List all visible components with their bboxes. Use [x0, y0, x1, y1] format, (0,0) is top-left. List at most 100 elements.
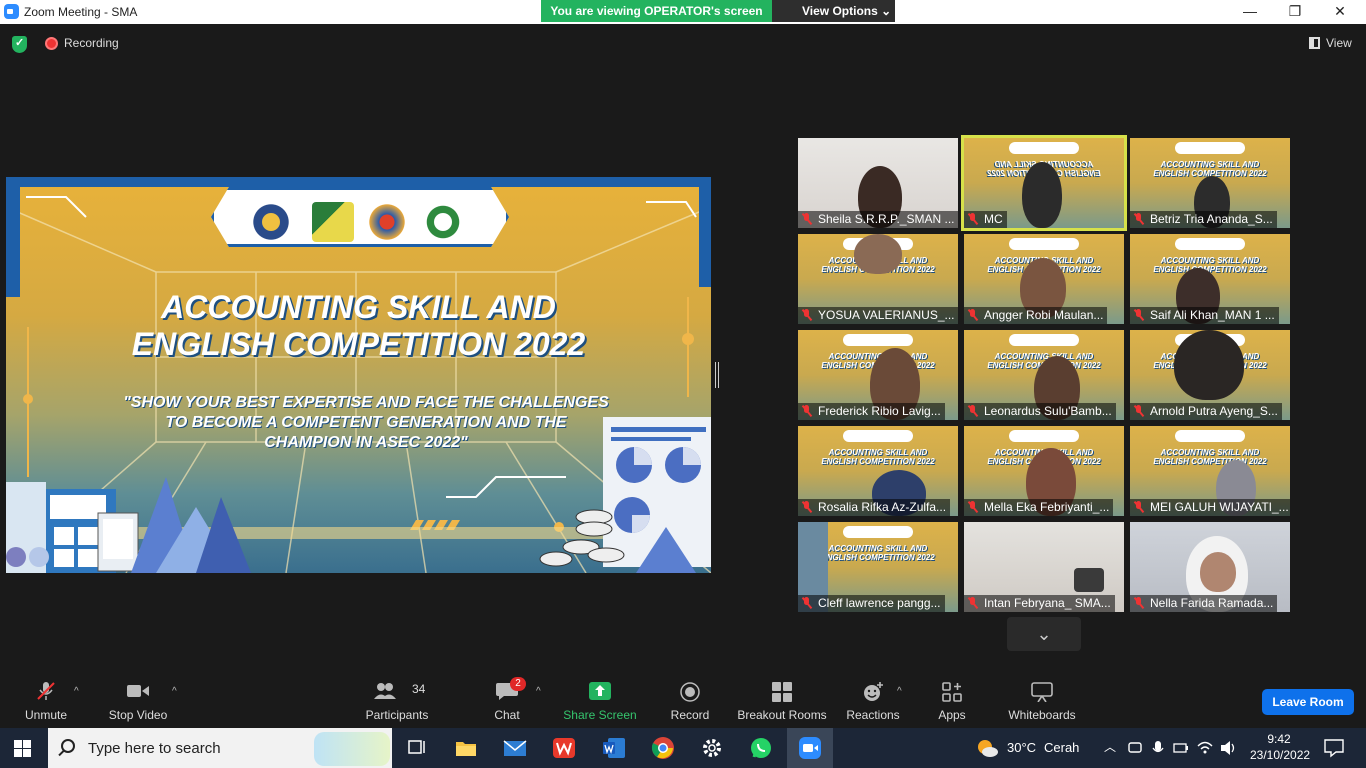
unmute-button[interactable]: Unmute — [16, 672, 76, 728]
asec-logo — [422, 202, 464, 242]
whatsapp-icon[interactable] — [749, 736, 773, 760]
mini-logo-banner — [1009, 334, 1079, 346]
taskbar-search-box[interactable]: Type here to search — [48, 728, 392, 768]
clock-date: 23/10/2022 — [1250, 748, 1311, 762]
audio-options-caret[interactable]: ^ — [74, 686, 79, 697]
participant-tile[interactable]: ACCOUNTING SKILL AND ENGLISH COMPETITION… — [1130, 330, 1290, 420]
weather-partly-cloudy-icon[interactable] — [975, 736, 999, 760]
participant-tile[interactable]: Intan Febryana_ SMA... — [964, 522, 1124, 612]
notification-center-icon[interactable] — [1322, 736, 1346, 760]
settings-gear-icon[interactable] — [700, 736, 724, 760]
participants-count: 34 — [412, 682, 426, 696]
participant-tile[interactable]: ACCOUNTING SKILL AND ENGLISH COMPETITION… — [964, 330, 1124, 420]
close-window-button[interactable]: ✕ — [1320, 2, 1360, 22]
muted-mic-icon — [968, 405, 978, 417]
tray-chevron-up-icon[interactable]: ︿ — [1104, 738, 1116, 755]
gallery-next-page-button[interactable]: ⌄ — [1007, 617, 1081, 651]
reactions-smiley-icon — [864, 682, 883, 701]
recording-label: Recording — [64, 36, 119, 50]
mail-icon[interactable] — [503, 736, 527, 760]
participant-name: Frederick Ribio Lavig... — [818, 404, 941, 418]
meeting-top-bar: Recording View — [0, 24, 1366, 64]
chat-options-caret[interactable]: ^ — [536, 686, 541, 697]
muted-mic-icon — [802, 597, 812, 609]
security-shield-icon[interactable] — [12, 36, 27, 53]
participant-name: Saif Ali Khan_MAN 1 ... — [1150, 308, 1275, 322]
participant-video-person — [1022, 162, 1062, 228]
mini-logo-banner — [843, 334, 913, 346]
meeting-toolbar: Unmute ^ Stop Video ^ 34 Participants 2 … — [0, 672, 1366, 728]
file-explorer-icon[interactable] — [454, 736, 478, 760]
slide-quote: "SHOW YOUR BEST EXPERTISE AND FACE THE C… — [123, 394, 609, 451]
breakout-rooms-button[interactable]: Breakout Rooms — [734, 672, 830, 728]
battery-icon[interactable] — [1173, 736, 1189, 760]
search-highlight-art — [314, 732, 390, 766]
view-layout-icon[interactable] — [1309, 37, 1320, 49]
weather-temperature[interactable]: 30°C — [1007, 740, 1036, 755]
apps-button[interactable]: Apps — [930, 672, 974, 728]
muted-mic-icon — [802, 309, 812, 321]
mini-logo-banner — [1175, 142, 1245, 154]
apps-label: Apps — [938, 708, 966, 722]
participant-tile[interactable]: ACCOUNTING SKILL AND ENGLISH COMPETITION… — [964, 426, 1124, 516]
muted-mic-icon — [968, 213, 978, 225]
view-options-label: View Options — [802, 4, 878, 18]
zoom-taskbar-button[interactable] — [787, 728, 833, 768]
meet-now-icon[interactable] — [1127, 736, 1143, 760]
stop-video-button[interactable]: Stop Video — [104, 672, 172, 728]
muted-mic-icon — [1134, 213, 1144, 225]
microphone-in-use-icon[interactable] — [1150, 736, 1166, 760]
maximize-button[interactable]: ❐ — [1275, 2, 1315, 22]
chat-button[interactable]: 2 Chat — [482, 672, 532, 728]
windows-start-icon[interactable] — [14, 740, 31, 757]
leave-room-button[interactable]: Leave Room — [1262, 689, 1354, 715]
windows-taskbar: Type here to search 30°C Cerah ︿ 9:42 23… — [0, 728, 1366, 768]
breakout-rooms-label: Breakout Rooms — [737, 708, 827, 722]
participant-name: Rosalia Rifka Az-Zulfa... — [818, 500, 947, 514]
muted-mic-icon — [802, 501, 812, 513]
participant-tile[interactable]: Sheila S.R.R.P._SMAN ... — [798, 138, 958, 228]
panel-splitter-handle[interactable] — [715, 362, 719, 388]
microsoft-word-icon[interactable] — [602, 736, 626, 760]
participant-tile[interactable]: ACCOUNTING SKILL AND ENGLISH COMPETITION… — [964, 234, 1124, 324]
taskbar-clock[interactable]: 9:42 23/10/2022 — [1250, 731, 1311, 763]
participant-tile[interactable]: ACCOUNTING SKILL AND ENGLISH COMPETITION… — [1130, 138, 1290, 228]
weather-description[interactable]: Cerah — [1044, 740, 1079, 755]
task-view-icon[interactable] — [405, 736, 429, 760]
tile-slide-text: ACCOUNTING SKILL AND ENGLISH COMPETITION… — [1153, 256, 1267, 274]
participant-tile[interactable]: ACCOUNTING SKILL AND ENGLISH COMPETITION… — [798, 234, 958, 324]
reactions-options-caret[interactable]: ^ — [897, 686, 902, 697]
participant-video-person — [1174, 330, 1244, 400]
participant-tile[interactable]: ACCOUNTING SKILL AND ENGLISH COMPETITION… — [1130, 426, 1290, 516]
record-button[interactable]: Record — [664, 672, 716, 728]
view-options-button[interactable]: View Options ⌄ — [772, 0, 895, 22]
participant-tile[interactable]: Nella Farida Ramada... — [1130, 522, 1290, 612]
participant-tile[interactable]: ACCOUNTING SKILL AND ENGLISH COMPETITION… — [798, 330, 958, 420]
minimize-button[interactable]: — — [1230, 2, 1270, 22]
tile-slide-text: ACCOUNTING SKILL AND ENGLISH COMPETITION… — [1153, 448, 1267, 466]
wifi-icon[interactable] — [1197, 736, 1213, 760]
viewing-screen-banner: You are viewing OPERATOR's screen — [541, 0, 772, 22]
participant-tile[interactable]: ACCOUNTING SKILL AND ENGLISH COMPETITION… — [798, 426, 958, 516]
school-logo-3 — [366, 202, 408, 242]
participant-tile[interactable]: ACCOUNTING SKILL AND ENGLISH COMPETITION… — [1130, 234, 1290, 324]
muted-microphone-icon — [37, 682, 55, 700]
participant-video-person — [854, 234, 902, 274]
mini-logo-banner — [1175, 238, 1245, 250]
volume-icon[interactable] — [1220, 736, 1238, 760]
participant-tile-active-speaker[interactable]: ACCOUNTING SKILL AND ENGLISH COMPETITION… — [961, 135, 1127, 231]
shared-screen: ACCOUNTING SKILL AND ENGLISH COMPETITION… — [6, 177, 711, 573]
participant-tile[interactable]: ACCOUNTING SKILL AND ENGLISH COMPETITION… — [798, 522, 958, 612]
participant-name: Cleff lawrence pangg... — [818, 596, 941, 610]
share-screen-button[interactable]: Share Screen — [562, 672, 638, 728]
whiteboards-button[interactable]: Whiteboards — [1002, 672, 1082, 728]
record-label: Record — [670, 708, 710, 722]
video-options-caret[interactable]: ^ — [172, 686, 177, 697]
view-button[interactable]: View — [1326, 36, 1352, 50]
wps-office-icon[interactable] — [552, 736, 576, 760]
participants-button[interactable]: 34 Participants — [360, 672, 434, 728]
participant-name: MEI GALUH WIJAYATI_... — [1150, 500, 1289, 514]
reactions-button[interactable]: Reactions — [842, 672, 904, 728]
chrome-icon[interactable] — [651, 736, 675, 760]
muted-mic-icon — [802, 405, 812, 417]
